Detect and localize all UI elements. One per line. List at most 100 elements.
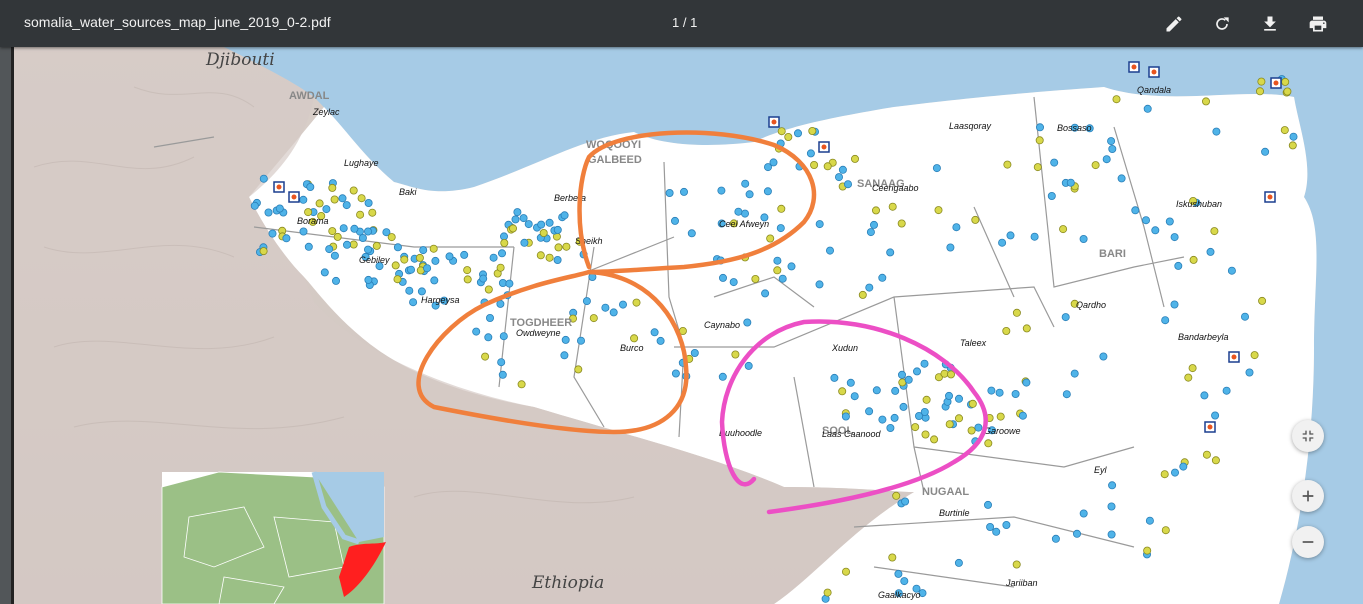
water-point-marker <box>671 369 680 378</box>
water-point-marker <box>1179 462 1188 471</box>
place-zeylac: Zeylac <box>312 107 340 117</box>
water-point-marker <box>741 179 750 188</box>
water-point-marker <box>1211 411 1220 420</box>
water-point-marker <box>945 420 954 429</box>
annotate-button[interactable] <box>1161 11 1187 37</box>
water-point-marker <box>545 218 554 227</box>
water-point-marker <box>1117 174 1126 183</box>
water-point-marker <box>460 250 469 259</box>
water-point-marker <box>835 173 844 182</box>
water-point-marker <box>429 244 438 253</box>
water-point-marker <box>554 243 563 252</box>
water-point-marker <box>920 407 929 416</box>
fit-page-button[interactable] <box>1292 420 1324 452</box>
water-point-marker <box>913 367 922 376</box>
water-point-marker <box>784 133 793 142</box>
well-marker-dot <box>821 144 827 150</box>
water-point-marker <box>665 188 674 197</box>
water-point-marker <box>306 182 315 191</box>
place-erigabo: Ceerigaabo <box>872 183 919 193</box>
place-xudun: Xudun <box>831 343 858 353</box>
water-point-marker <box>511 215 520 224</box>
print-icon <box>1309 16 1327 32</box>
water-point-marker <box>259 247 268 256</box>
water-point-marker <box>851 154 860 163</box>
water-point-marker <box>823 588 832 597</box>
water-point-marker <box>524 220 533 229</box>
water-point-marker <box>1257 77 1266 86</box>
water-point-marker <box>330 195 339 204</box>
water-point-marker <box>1151 226 1160 235</box>
water-point-marker <box>986 522 995 531</box>
plus-icon <box>1302 490 1314 502</box>
water-point-marker <box>601 303 610 312</box>
download-icon <box>1264 16 1276 31</box>
water-point-marker <box>1245 368 1254 377</box>
place-ceel-afweyn: Ceel Afweyn <box>719 219 769 229</box>
water-point-marker <box>1280 126 1289 135</box>
water-point-marker <box>582 297 591 306</box>
water-point-marker <box>489 253 498 262</box>
water-point-marker <box>984 500 993 509</box>
water-point-marker <box>1131 206 1140 215</box>
water-point-marker <box>1189 255 1198 264</box>
water-point-marker <box>687 229 696 238</box>
water-point-marker <box>1202 97 1211 106</box>
water-point-marker <box>930 435 939 444</box>
water-point-marker <box>1012 560 1021 569</box>
well-marker-dot <box>1151 69 1157 75</box>
water-point-marker <box>1073 529 1082 538</box>
zoom-in-button[interactable] <box>1292 480 1324 512</box>
minus-icon <box>1302 541 1314 543</box>
water-point-marker <box>1006 231 1015 240</box>
water-point-marker <box>1035 136 1044 145</box>
well-marker-dot <box>1231 354 1237 360</box>
download-button[interactable] <box>1257 11 1283 37</box>
water-point-marker <box>1145 516 1154 525</box>
water-point-marker <box>315 199 324 208</box>
place-laasqoray: Laasqoray <box>949 121 992 131</box>
zoom-out-button[interactable] <box>1292 526 1324 558</box>
water-point-marker <box>423 264 432 273</box>
water-point-marker <box>806 149 815 158</box>
water-point-marker <box>1212 127 1221 136</box>
water-point-marker <box>987 386 996 395</box>
water-point-marker <box>619 300 628 309</box>
water-point-marker <box>328 183 337 192</box>
place-burco: Burco <box>620 343 644 353</box>
pdf-viewer[interactable]: Djibouti Ethiopia AWDAL WOQOOYI GALBEED … <box>0 47 1363 604</box>
water-point-marker <box>922 395 931 404</box>
water-point-marker <box>897 219 906 228</box>
water-point-marker <box>1059 225 1068 234</box>
water-point-marker <box>744 361 753 370</box>
water-point-marker <box>1018 411 1027 420</box>
water-point-marker <box>1174 261 1183 270</box>
water-point-marker <box>671 216 680 225</box>
water-point-marker <box>841 412 850 421</box>
water-point-marker <box>505 279 514 288</box>
water-point-marker <box>844 180 853 189</box>
water-point-marker <box>650 328 659 337</box>
water-point-marker <box>946 243 955 252</box>
water-point-marker <box>656 336 665 345</box>
water-point-marker <box>1161 526 1170 535</box>
water-point-marker <box>718 372 727 381</box>
label-ethiopia: Ethiopia <box>531 573 604 593</box>
water-point-marker <box>553 255 562 264</box>
water-point-marker <box>1108 145 1117 154</box>
water-point-marker <box>387 233 396 242</box>
water-point-marker <box>777 127 786 136</box>
water-point-marker <box>886 248 895 257</box>
water-point-marker <box>299 227 308 236</box>
water-point-marker <box>776 224 785 233</box>
water-point-marker <box>808 127 817 136</box>
label-djibouti: Djibouti <box>205 50 275 70</box>
water-point-marker <box>497 249 506 258</box>
print-button[interactable] <box>1305 11 1331 37</box>
rotate-button[interactable] <box>1209 11 1235 37</box>
water-point-marker <box>275 204 284 213</box>
water-point-marker <box>364 198 373 207</box>
place-owdweyne: Owdweyne <box>516 328 561 338</box>
water-point-marker <box>955 394 964 403</box>
water-point-marker <box>870 220 879 229</box>
